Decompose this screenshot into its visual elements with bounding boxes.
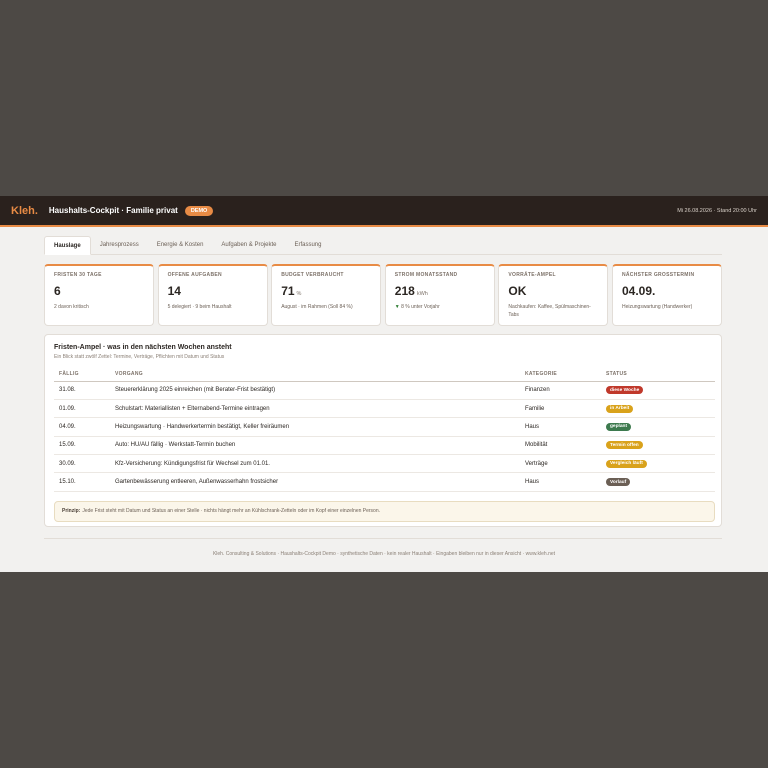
column-header-due[interactable]: FÄLLIG	[54, 368, 115, 382]
kpi-value: 218 kWh	[395, 284, 485, 298]
kpi-sub: 5 delegiert · 9 beim Haushalt	[167, 304, 232, 310]
kpi-card-budget: BUDGET VERBRAUCHT 71% August · im Rahmen…	[271, 264, 382, 326]
kpi-number: 14	[167, 284, 181, 298]
kpi-unit: %	[296, 291, 302, 297]
due-cell: 01.09.	[54, 399, 115, 419]
deadline-table: FÄLLIG VORGANG KATEGORIE STATUS 31.08. St…	[54, 368, 715, 492]
status-badge: in Arbeit	[606, 404, 634, 413]
kpi-number: 218	[394, 284, 415, 298]
category-cell: Familie	[525, 399, 606, 419]
status-badge: Termin offen	[606, 441, 643, 450]
kpi-label: BUDGET VERBRAUCHT	[281, 272, 344, 278]
table-row[interactable]: 01.09. Schulstart: Materiallisten + Elter…	[54, 399, 715, 419]
table-row[interactable]: 30.09. Kfz-Versicherung: Kündigungsfrist …	[54, 454, 715, 474]
status-badge: geplant	[606, 422, 632, 431]
status-cell: Vorlauf	[606, 472, 715, 492]
column-header-task[interactable]: VORGANG	[115, 368, 525, 382]
status-badge: Vergleich läuft	[606, 459, 647, 468]
status-cell: in Arbeit	[606, 399, 715, 419]
tab-aufgaben-projekte[interactable]: Aufgaben & Projekte	[212, 236, 285, 255]
kpi-sub: Nachkaufen: Kaffee, Spülmaschinen-Tabs	[508, 304, 591, 318]
kpi-label: OFFENE AUFGABEN	[167, 272, 222, 278]
due-cell: 04.09.	[54, 417, 115, 437]
kpi-label: STROM MONATSSTAND	[394, 272, 458, 278]
kpi-sub-text: 8 % unter Vorjahr	[401, 304, 440, 310]
kpi-label: VORRÄTE-AMPEL	[508, 272, 556, 278]
note-label: Prinzip:	[62, 508, 81, 515]
kpi-label: NÄCHSTER GROSSTERMIN	[621, 272, 695, 278]
category-cell: Haus	[525, 472, 606, 492]
kpi-card-vorraete: VORRÄTE-AMPEL OK Nachkaufen: Kaffee, Spü…	[498, 264, 609, 326]
brand-logo[interactable]: Kleh.	[11, 205, 38, 217]
kpi-label: FRISTEN 30 TAGE	[54, 272, 102, 278]
tab-jahresprozess[interactable]: Jahresprozess	[91, 236, 148, 255]
due-cell: 15.10.	[54, 472, 115, 492]
status-cell: diese Woche	[606, 381, 715, 400]
status-cell: geplant	[606, 417, 715, 437]
table-body: 31.08. Steuererklärung 2025 einreichen (m…	[54, 381, 715, 492]
kpi-unit: kWh	[416, 291, 428, 297]
demo-badge: DEMO	[184, 205, 214, 216]
due-cell: 31.08.	[54, 381, 115, 400]
task-cell: Heizungswartung · Handwerkertermin bestä…	[115, 417, 525, 437]
kpi-sub: August · im Rahmen (Soll 84 %)	[281, 304, 353, 310]
category-cell: Mobilität	[525, 436, 606, 456]
task-cell: Auto: HU/AU fällig · Werkstatt-Termin bu…	[115, 436, 525, 456]
down-triangle-icon: ▼	[394, 304, 400, 310]
category-cell: Verträge	[525, 454, 606, 474]
status-cell: Termin offen	[606, 436, 715, 456]
app-window: Kleh. Haushalts-Cockpit · Familie privat…	[0, 196, 768, 572]
kpi-cards: FRISTEN 30 TAGE 6 2 davon kritisch OFFEN…	[44, 264, 722, 326]
task-cell: Schulstart: Materiallisten + Elternabend…	[115, 399, 525, 419]
panel-subtitle: Ein Blick statt zwölf Zettel: Termine, V…	[54, 354, 225, 360]
column-header-status[interactable]: STATUS	[606, 368, 715, 382]
top-bar: Kleh. Haushalts-Cockpit · Familie privat…	[0, 196, 768, 227]
status-badge: Vorlauf	[606, 478, 631, 487]
kpi-number: 6	[54, 284, 61, 298]
kpi-number: 04.09.	[621, 284, 656, 298]
footer-text: Kleh. Consulting & Solutions · Haushalts…	[212, 551, 556, 557]
kpi-value: OK	[508, 284, 598, 298]
kpi-value: 14	[168, 284, 258, 298]
table-row[interactable]: 15.10. Gartenbewässerung entleeren, Außen…	[54, 472, 715, 492]
task-cell: Steuererklärung 2025 einreichen (mit Ber…	[115, 381, 525, 400]
tab-erfassung[interactable]: Erfassung	[285, 236, 330, 255]
kpi-card-grosstermin: NÄCHSTER GROSSTERMIN 04.09. Heizungswart…	[611, 264, 722, 326]
task-cell: Kfz-Versicherung: Kündigungsfrist für We…	[115, 454, 525, 474]
note-text: Jede Frist steht mit Datum und Status an…	[82, 508, 380, 515]
tab-bar: Hauslage Jahresprozess Energie & Kosten …	[44, 236, 722, 255]
principle-note: Prinzip: Jede Frist steht mit Datum und …	[54, 500, 715, 522]
due-cell: 15.09.	[54, 436, 115, 456]
due-cell: 30.09.	[54, 454, 115, 474]
kpi-card-fristen: FRISTEN 30 TAGE 6 2 davon kritisch	[44, 264, 154, 326]
kpi-card-aufgaben: OFFENE AUFGABEN 14 5 delegiert · 9 beim …	[157, 264, 268, 326]
panel-title: Fristen-Ampel · was in den nächsten Woch…	[54, 344, 232, 351]
kpi-sub: Heizungswartung (Handwerker)	[621, 304, 693, 310]
deadline-panel: Fristen-Ampel · was in den nächsten Woch…	[44, 334, 722, 527]
kpi-value: 6	[54, 284, 144, 298]
app-title: Haushalts-Cockpit · Familie privat	[48, 206, 178, 215]
kpi-value: 71%	[281, 284, 371, 298]
date-status: Mi 26.08.2026 · Stand 20:00 Uhr	[677, 207, 757, 214]
table-row[interactable]: 04.09. Heizungswartung · Handwerkertermin…	[54, 417, 715, 437]
column-header-category[interactable]: KATEGORIE	[525, 368, 606, 382]
footer-divider	[44, 538, 722, 539]
category-cell: Haus	[525, 417, 606, 437]
tab-hauslage[interactable]: Hauslage	[44, 236, 91, 255]
kpi-number: OK	[508, 284, 527, 298]
table-row[interactable]: 31.08. Steuererklärung 2025 einreichen (m…	[54, 381, 715, 400]
table-header-row: FÄLLIG VORGANG KATEGORIE STATUS	[54, 368, 715, 382]
tab-energie-kosten[interactable]: Energie & Kosten	[148, 236, 213, 255]
kpi-sub: ▼ 8 % unter Vorjahr	[395, 303, 485, 311]
status-cell: Vergleich läuft	[606, 454, 715, 474]
kpi-number: 71	[281, 284, 295, 298]
kpi-sub: 2 davon kritisch	[54, 304, 89, 310]
table-row[interactable]: 15.09. Auto: HU/AU fällig · Werkstatt-Ter…	[54, 436, 715, 456]
kpi-card-strom: STROM MONATSSTAND 218 kWh ▼ 8 % unter Vor…	[384, 264, 495, 326]
status-badge: diese Woche	[606, 386, 644, 395]
task-cell: Gartenbewässerung entleeren, Außenwasser…	[115, 472, 525, 492]
category-cell: Finanzen	[525, 381, 606, 400]
kpi-value: 04.09.	[622, 284, 712, 298]
